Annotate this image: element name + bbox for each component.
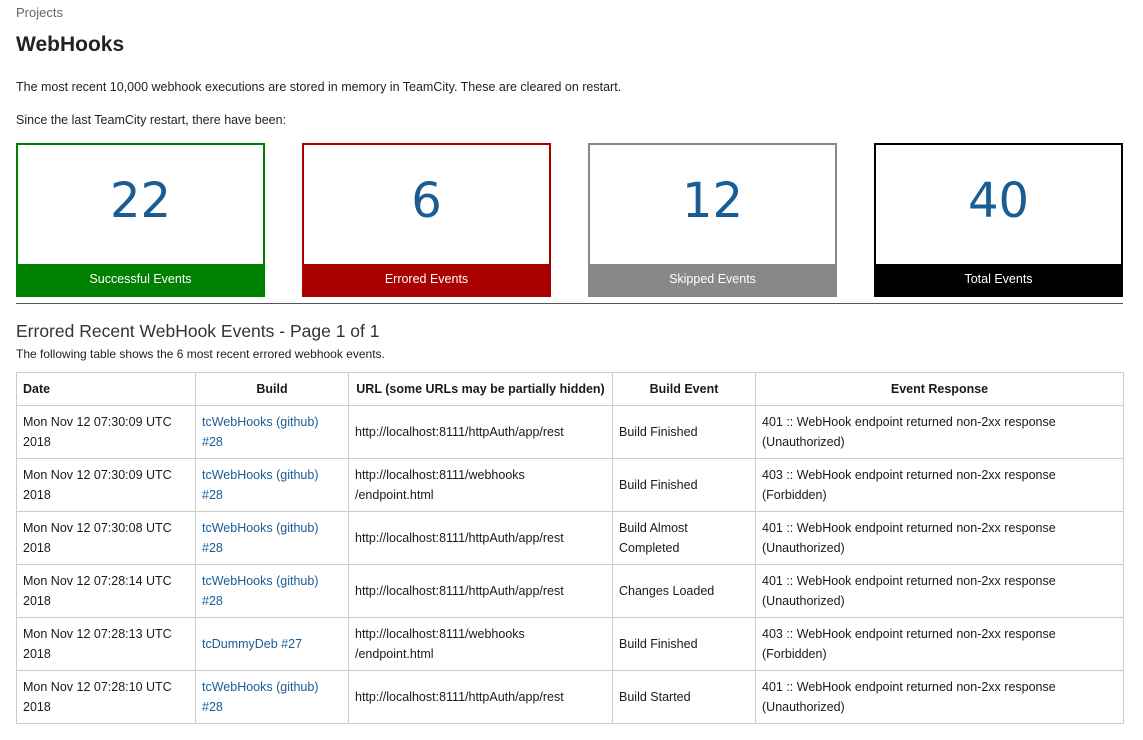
divider (16, 303, 1123, 304)
date-cell: Mon Nov 12 07:28:13 UTC 2018 (16, 617, 196, 671)
event-response-cell: 401 :: WebHook endpoint returned non-2xx… (755, 564, 1124, 618)
table-row: Mon Nov 12 07:28:14 UTC 2018 tcWebHooks … (16, 564, 1124, 618)
build-cell: tcWebHooks (github) #28 (195, 564, 349, 618)
intro-since-text: Since the last TeamCity restart, there h… (16, 113, 287, 127)
column-header-build: Build (195, 372, 349, 406)
date-cell: Mon Nov 12 07:30:09 UTC 2018 (16, 458, 196, 512)
errored-events-count: 6 (411, 173, 442, 229)
skipped-events-count: 12 (681, 173, 744, 229)
table-row: Mon Nov 12 07:30:08 UTC 2018 tcWebHooks … (16, 511, 1124, 565)
build-link[interactable]: tcWebHooks (github) #28 (202, 521, 319, 555)
build-cell: tcDummyDeb #27 (195, 617, 349, 671)
column-header-date: Date (16, 372, 196, 406)
section-title: Errored Recent WebHook Events - Page 1 o… (16, 321, 380, 341)
skipped-events-card: 12 Skipped Events (588, 143, 837, 297)
errored-events-card: 6 Errored Events (302, 143, 551, 297)
url-cell: http://localhost:8111/httpAuth/app/rest (348, 564, 613, 618)
url-cell: http://localhost:8111/webhooks /endpoint… (348, 458, 613, 512)
build-link[interactable]: tcWebHooks (github) #28 (202, 415, 319, 449)
build-event-cell: Build Almost Completed (612, 511, 756, 565)
event-response-cell: 403 :: WebHook endpoint returned non-2xx… (755, 458, 1124, 512)
build-event-cell: Build Finished (612, 405, 756, 459)
build-link[interactable]: tcWebHooks (github) #28 (202, 468, 319, 502)
build-cell: tcWebHooks (github) #28 (195, 511, 349, 565)
successful-events-count: 22 (109, 173, 172, 229)
table-row: Mon Nov 12 07:30:09 UTC 2018 tcWebHooks … (16, 458, 1124, 512)
successful-events-card: 22 Successful Events (16, 143, 265, 297)
url-cell: http://localhost:8111/httpAuth/app/rest (348, 670, 613, 724)
column-header-event-response: Event Response (755, 372, 1124, 406)
event-response-cell: 401 :: WebHook endpoint returned non-2xx… (755, 670, 1124, 724)
page-title: WebHooks (16, 33, 125, 56)
successful-events-label: Successful Events (18, 264, 263, 295)
build-link[interactable]: tcWebHooks (github) #28 (202, 680, 319, 714)
breadcrumb[interactable]: Projects (16, 5, 63, 20)
errored-events-table: Date Build URL (some URLs may be partial… (16, 372, 1124, 724)
date-cell: Mon Nov 12 07:30:08 UTC 2018 (16, 511, 196, 565)
column-header-build-event: Build Event (612, 372, 756, 406)
table-row: Mon Nov 12 07:30:09 UTC 2018 tcWebHooks … (16, 405, 1124, 459)
intro-text: The most recent 10,000 webhook execution… (16, 80, 622, 94)
date-cell: Mon Nov 12 07:28:14 UTC 2018 (16, 564, 196, 618)
url-cell: http://localhost:8111/httpAuth/app/rest (348, 405, 613, 459)
date-cell: Mon Nov 12 07:30:09 UTC 2018 (16, 405, 196, 459)
event-response-cell: 401 :: WebHook endpoint returned non-2xx… (755, 511, 1124, 565)
event-response-cell: 403 :: WebHook endpoint returned non-2xx… (755, 617, 1124, 671)
table-row: Mon Nov 12 07:28:10 UTC 2018 tcWebHooks … (16, 670, 1124, 724)
build-link[interactable]: tcWebHooks (github) #28 (202, 574, 319, 608)
build-event-cell: Changes Loaded (612, 564, 756, 618)
build-link[interactable]: tcDummyDeb #27 (202, 637, 302, 651)
column-header-url: URL (some URLs may be partially hidden) (348, 372, 613, 406)
event-response-cell: 401 :: WebHook endpoint returned non-2xx… (755, 405, 1124, 459)
build-event-cell: Build Finished (612, 458, 756, 512)
url-cell: http://localhost:8111/httpAuth/app/rest (348, 511, 613, 565)
build-cell: tcWebHooks (github) #28 (195, 458, 349, 512)
build-event-cell: Build Finished (612, 617, 756, 671)
build-event-cell: Build Started (612, 670, 756, 724)
section-subtitle: The following table shows the 6 most rec… (16, 347, 385, 361)
url-cell: http://localhost:8111/webhooks /endpoint… (348, 617, 613, 671)
errored-events-label: Errored Events (304, 264, 549, 295)
total-events-card: 40 Total Events (874, 143, 1123, 297)
total-events-label: Total Events (876, 264, 1121, 295)
build-cell: tcWebHooks (github) #28 (195, 670, 349, 724)
build-cell: tcWebHooks (github) #28 (195, 405, 349, 459)
table-row: Mon Nov 12 07:28:13 UTC 2018 tcDummyDeb … (16, 617, 1124, 671)
total-events-count: 40 (967, 173, 1030, 229)
date-cell: Mon Nov 12 07:28:10 UTC 2018 (16, 670, 196, 724)
table-header-row: Date Build URL (some URLs may be partial… (16, 372, 1124, 406)
skipped-events-label: Skipped Events (590, 264, 835, 295)
